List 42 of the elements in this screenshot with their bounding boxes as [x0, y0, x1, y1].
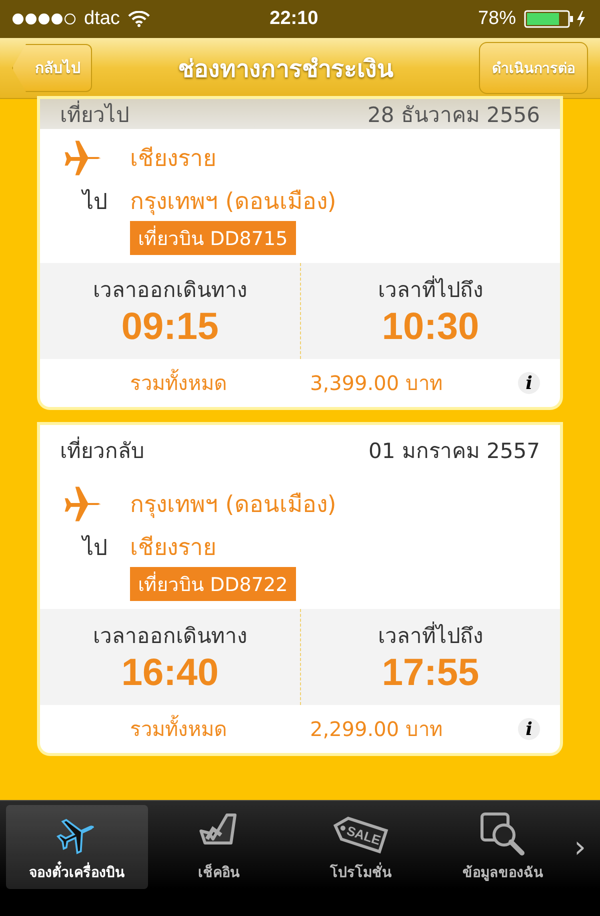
arrival-label: เวลาที่ไปถึง — [378, 273, 483, 306]
total-price: 2,299.00 บาท — [310, 716, 444, 743]
more-tabs-arrow[interactable]: › — [574, 830, 594, 864]
arrival-time: 17:55 — [382, 652, 480, 695]
tab-label: เช็คอิน — [198, 862, 240, 883]
battery-percent: 78% — [478, 8, 516, 30]
trip-label: เที่ยวกลับ — [60, 436, 144, 464]
info-button[interactable]: i — [518, 718, 540, 740]
carrier-name: dtac — [84, 8, 120, 30]
tab-bar-item[interactable]: เช็คอิน — [148, 805, 290, 889]
trip-label: เที่ยวไป — [60, 100, 129, 128]
origin-city: เชียงราย — [130, 145, 217, 174]
flight-number-badge: เที่ยวบิน DD8722 — [130, 567, 296, 601]
to-label: ไป — [82, 188, 108, 216]
info-button[interactable]: i — [518, 372, 540, 394]
tab-label: ข้อมูลของฉัน — [462, 864, 544, 883]
departure-time: 09:15 — [121, 306, 219, 349]
origin-city: กรุงเทพฯ (ดอนเมือง) — [130, 491, 338, 520]
departure-label: เวลาออกเดินทาง — [93, 623, 247, 650]
clock-time: 22:10 — [268, 8, 320, 30]
destination-city: กรุงเทพฯ (ดอนเมือง) — [130, 188, 338, 217]
departure-time: 16:40 — [121, 652, 219, 695]
total-label: รวมทั้งหมด — [130, 367, 310, 399]
battery-charging-icon — [524, 10, 588, 28]
arrival-time: 10:30 — [382, 306, 480, 349]
tab-label: โปรโมชั่น — [330, 861, 392, 883]
arrival-label: เวลาที่ไปถึง — [378, 619, 483, 652]
signal-strength-icon — [12, 13, 76, 25]
tab-label: จองตั๋วเครื่องบิน — [29, 861, 125, 883]
screen-title: ช่องทางการชำระเงิน — [178, 54, 393, 84]
trip-date: 28 ธันวาคม 2556 — [367, 102, 540, 128]
wifi-icon — [128, 11, 150, 27]
destination-city: เชียงราย — [130, 534, 217, 563]
departure-label: เวลาออกเดินทาง — [93, 277, 247, 304]
flight-number-badge: เที่ยวบิน DD8715 — [130, 221, 296, 255]
tab-bar-item[interactable]: จองตั๋วเครื่องบิน — [6, 805, 148, 889]
tab-bar-item[interactable]: ข้อมูลของฉัน — [432, 805, 574, 889]
to-label: ไป — [82, 534, 108, 562]
tab-bar-item[interactable]: SALE โปรโมชั่น — [290, 805, 432, 889]
total-price: 3,399.00 บาท — [310, 370, 444, 397]
trip-date: 01 มกราคม 2557 — [368, 438, 540, 464]
total-label: รวมทั้งหมด — [130, 713, 310, 745]
